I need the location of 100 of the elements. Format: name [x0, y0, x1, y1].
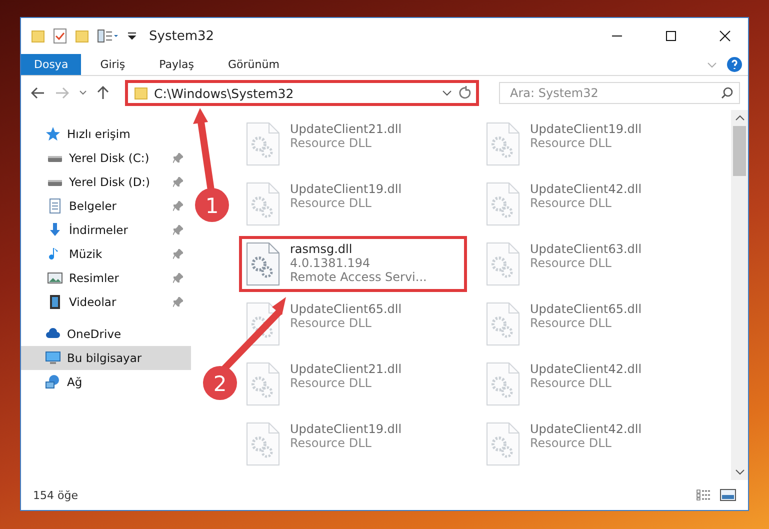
file-name: UpdateClient21.dll — [290, 122, 402, 136]
file-name: UpdateClient19.dll — [290, 182, 402, 196]
star-icon — [45, 126, 61, 142]
up-arrow-icon — [97, 86, 109, 100]
forward-button[interactable] — [53, 85, 71, 101]
file-detail: Resource DLL — [530, 436, 612, 450]
picture-icon — [47, 270, 63, 286]
nav-item[interactable]: Bu bilgisayar — [21, 346, 191, 370]
file-name: UpdateClient42.dll — [530, 362, 642, 376]
nav-item[interactable]: İndirmeler — [21, 218, 191, 242]
gear-file-icon — [486, 122, 520, 166]
file-tile[interactable]: UpdateClient65.dll Resource DLL — [239, 296, 467, 352]
file-detail: 4.0.1381.194 — [290, 256, 372, 270]
chevron-down-icon — [79, 90, 87, 96]
window-title: System32 — [149, 28, 216, 44]
gear-file-icon — [486, 362, 520, 406]
new-folder-icon[interactable] — [75, 29, 89, 43]
file-name: UpdateClient63.dll — [530, 242, 642, 256]
scroll-up-icon[interactable] — [734, 114, 744, 122]
file-name: UpdateClient19.dll — [530, 122, 642, 136]
help-icon[interactable] — [727, 57, 742, 72]
ribbon-tab[interactable]: Giriş — [87, 54, 138, 75]
file-tile[interactable]: UpdateClient21.dll Resource DLL — [239, 356, 467, 412]
gear-file-icon — [246, 182, 280, 226]
item-count: 154 öğe — [33, 488, 79, 502]
nav-item[interactable]: Resimler — [21, 266, 191, 290]
search-box[interactable]: Ara: System32 — [499, 82, 740, 104]
file-detail: Resource DLL — [290, 436, 372, 450]
ribbon-tab[interactable]: Paylaş — [146, 54, 207, 75]
file-tile[interactable]: UpdateClient63.dll Resource DLL — [479, 236, 707, 292]
scrollbar-thumb[interactable] — [733, 126, 746, 176]
properties-icon[interactable] — [53, 28, 67, 44]
file-tile[interactable]: UpdateClient21.dll Resource DLL — [239, 116, 467, 172]
ribbon-tab[interactable]: Dosya — [21, 54, 82, 75]
gear-file-icon — [486, 182, 520, 226]
file-name: rasmsg.dll — [290, 242, 354, 256]
file-detail: Resource DLL — [290, 316, 372, 330]
up-button[interactable] — [95, 84, 111, 102]
file-detail: Resource DLL — [530, 136, 612, 150]
file-name: UpdateClient21.dll — [290, 362, 402, 376]
search-icon — [721, 87, 733, 99]
down-arrow-icon — [47, 222, 63, 238]
address-bar[interactable]: C:\Windows\System32 — [125, 80, 479, 106]
refresh-icon[interactable] — [458, 86, 472, 100]
scrollbar[interactable] — [731, 110, 748, 480]
nav-item[interactable]: OneDrive — [21, 322, 191, 346]
nav-item[interactable]: Hızlı erişim — [21, 122, 191, 146]
view-options-icon[interactable] — [97, 29, 119, 43]
pin-icon[interactable] — [173, 249, 183, 259]
gear-file-icon — [486, 242, 520, 286]
nav-item[interactable]: Yerel Disk (D:) — [21, 170, 191, 194]
file-tile[interactable]: UpdateClient19.dll Resource DLL — [239, 176, 467, 232]
file-name: UpdateClient42.dll — [530, 182, 642, 196]
file-tile[interactable]: UpdateClient42.dll Resource DLL — [479, 356, 707, 412]
file-detail: Resource DLL — [530, 256, 612, 270]
gear-file-icon — [246, 422, 280, 466]
file-tile[interactable]: UpdateClient19.dll Resource DLL — [479, 116, 707, 172]
file-detail: Resource DLL — [290, 376, 372, 390]
gear-file-icon — [246, 302, 280, 346]
file-name: UpdateClient65.dll — [290, 302, 402, 316]
forward-arrow-icon — [55, 87, 69, 99]
nav-item[interactable]: Videolar — [21, 290, 191, 314]
file-detail: Resource DLL — [530, 316, 612, 330]
monitor-icon — [45, 350, 61, 366]
file-tile[interactable]: rasmsg.dll 4.0.1381.194 Remote Access Servi... — [239, 236, 467, 292]
large-icons-view-icon[interactable] — [720, 489, 736, 501]
dropdown-icon[interactable] — [127, 31, 137, 41]
details-view-icon[interactable] — [696, 489, 712, 501]
close-icon — [719, 30, 731, 42]
scroll-down-icon[interactable] — [734, 468, 744, 476]
file-tile[interactable]: UpdateClient65.dll Resource DLL — [479, 296, 707, 352]
pin-icon[interactable] — [173, 273, 183, 283]
folder-icon[interactable] — [31, 29, 45, 43]
pin-icon[interactable] — [173, 201, 183, 211]
back-button[interactable] — [29, 85, 47, 101]
document-icon — [47, 198, 63, 214]
file-name: UpdateClient42.dll — [530, 422, 642, 436]
gear-file-icon — [486, 422, 520, 466]
file-tile[interactable]: UpdateClient42.dll Resource DLL — [479, 416, 707, 472]
pin-icon[interactable] — [173, 297, 183, 307]
file-tile[interactable]: UpdateClient19.dll Resource DLL — [239, 416, 467, 472]
pin-icon[interactable] — [173, 177, 183, 187]
file-detail: Resource DLL — [290, 196, 372, 210]
file-name: UpdateClient19.dll — [290, 422, 402, 436]
maximize-icon — [665, 30, 677, 42]
file-tile[interactable]: UpdateClient42.dll Resource DLL — [479, 176, 707, 232]
chevron-down-icon[interactable] — [442, 89, 452, 97]
folder-icon — [134, 86, 148, 100]
nav-item[interactable]: Yerel Disk (C:) — [21, 146, 191, 170]
file-detail: Resource DLL — [290, 136, 372, 150]
pin-icon[interactable] — [173, 225, 183, 235]
nav-item[interactable]: Ağ — [21, 370, 191, 394]
pin-icon[interactable] — [173, 153, 183, 163]
back-arrow-icon — [31, 87, 45, 99]
file-detail: Resource DLL — [530, 376, 612, 390]
file-detail: Resource DLL — [530, 196, 612, 210]
gear-file-icon — [246, 242, 280, 286]
nav-item[interactable]: Müzik — [21, 242, 191, 266]
nav-item[interactable]: Belgeler — [21, 194, 191, 218]
ribbon-tab[interactable]: Görünüm — [215, 54, 292, 75]
